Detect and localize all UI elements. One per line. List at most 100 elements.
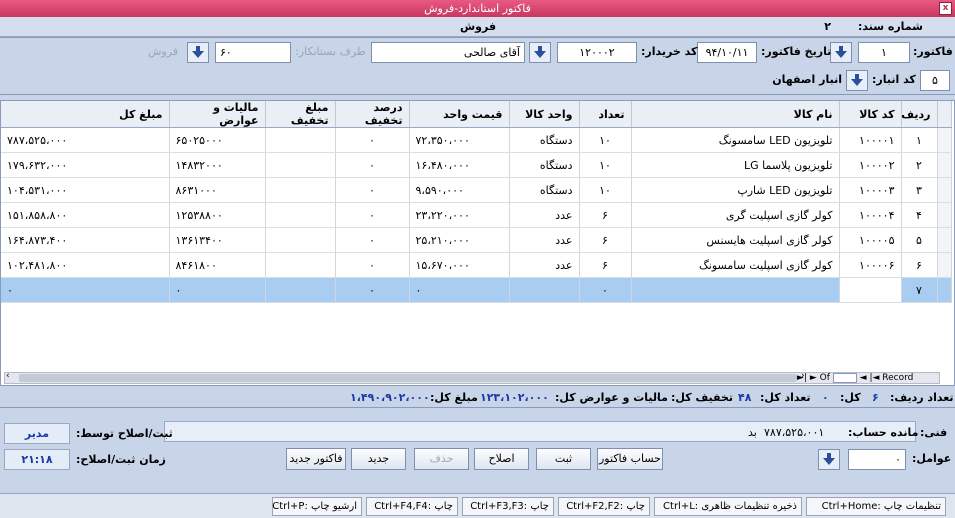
table-cell[interactable]: ۰ [335, 127, 410, 153]
nav-last-icon[interactable]: ►| [797, 373, 807, 383]
table-cell[interactable]: ۱۰۰۰۰۲ [839, 152, 902, 178]
warehouse-code-field[interactable]: ۵ [920, 70, 950, 91]
table-cell[interactable]: ۱۵۱،۸۵۸،۸۰۰ [1, 202, 170, 228]
table-cell[interactable]: ۰ [335, 202, 410, 228]
scroll-left-icon[interactable]: ‹ [6, 371, 10, 381]
buyer-code-field[interactable]: ۱۲۰۰۰۲ [557, 42, 637, 63]
print-f4-button[interactable]: چاپ :Ctrl+F4,F4 [366, 497, 458, 516]
table-cell[interactable]: ۱۰۰۰۰۵ [839, 227, 902, 253]
table-cell[interactable]: ۱ [901, 127, 938, 153]
table-cell[interactable]: ۱۴۸۳۲۰۰۰ [169, 152, 266, 178]
scroll-thumb[interactable] [19, 374, 797, 382]
table-cell[interactable]: ۸۴۶۱۸۰۰ [169, 252, 266, 278]
table-cell[interactable]: ۱۰ [579, 177, 632, 203]
table-cell[interactable] [631, 277, 840, 303]
print-f2-button[interactable]: چاپ :Ctrl+F2,F2 [558, 497, 650, 516]
table-cell[interactable]: ۰ [579, 277, 632, 303]
table-cell[interactable]: ۶ [579, 252, 632, 278]
table-cell[interactable]: کولر گازی اسپلیت گری [631, 202, 840, 228]
table-cell[interactable]: ۱۶۴،۸۷۳،۴۰۰ [1, 227, 170, 253]
table-cell[interactable] [265, 252, 336, 278]
creditor-lookup-button[interactable] [187, 42, 209, 63]
table-cell[interactable]: ۷۸۷،۵۲۵،۰۰۰ [1, 127, 170, 153]
table-cell[interactable]: ۴ [901, 202, 938, 228]
row-indicator[interactable] [937, 177, 952, 203]
table-cell[interactable]: ۲ [901, 152, 938, 178]
new-button[interactable]: جدید [351, 448, 406, 470]
table-cell[interactable]: ۱۰ [579, 127, 632, 153]
table-cell[interactable]: ۰ [169, 277, 266, 303]
row-indicator[interactable] [937, 277, 952, 303]
creditor-field[interactable]: ۶۰ [215, 42, 291, 63]
table-cell[interactable]: کولر گازی اسپلیت هایسنس [631, 227, 840, 253]
table-cell[interactable]: ۱۷۹،۶۳۲،۰۰۰ [1, 152, 170, 178]
table-cell[interactable]: ۱۰ [579, 152, 632, 178]
table-cell[interactable]: ۱۲۵۳۸۸۰۰ [169, 202, 266, 228]
table-cell[interactable]: ۱۰۰۰۰۳ [839, 177, 902, 203]
table-cell[interactable]: ۱۰۰۰۰۴ [839, 202, 902, 228]
table-cell[interactable]: عدد [509, 252, 580, 278]
table-cell[interactable]: ۱۵،۶۷۰،۰۰۰ [409, 252, 510, 278]
print-f3-button[interactable]: چاپ :Ctrl+F3,F3 [462, 497, 554, 516]
col-header[interactable]: مبلغ تخفیف [265, 101, 336, 128]
table-row-new[interactable]: ۷۰۰۰۰۰ [1, 277, 952, 303]
row-indicator[interactable] [937, 202, 952, 228]
table-cell[interactable] [509, 277, 580, 303]
factors-lookup-button[interactable] [818, 449, 840, 470]
table-cell[interactable]: دستگاه [509, 127, 580, 153]
table-cell[interactable]: عدد [509, 202, 580, 228]
col-header[interactable]: مبلغ کل [1, 101, 170, 128]
print-settings-button[interactable]: تنظیمات چاپ :Ctrl+Home [806, 497, 946, 516]
table-cell[interactable] [265, 152, 336, 178]
table-cell[interactable]: ۱۰۰۰۰۶ [839, 252, 902, 278]
nav-record-input[interactable] [832, 372, 857, 383]
row-indicator[interactable] [937, 252, 952, 278]
table-cell[interactable]: ۶۵۰۲۵۰۰۰ [169, 127, 266, 153]
nav-first-icon[interactable]: |◄ [869, 373, 879, 383]
table-cell[interactable] [265, 177, 336, 203]
archive-print-button[interactable]: ارشیو چاپ :Ctrl+P [272, 497, 362, 516]
col-header[interactable]: ردیف [901, 101, 938, 128]
table-cell[interactable]: ۶ [579, 202, 632, 228]
close-icon[interactable]: x [939, 2, 952, 15]
table-cell[interactable]: ۷ [901, 277, 938, 303]
invoice-account-button[interactable]: حساب فاکتور [597, 448, 663, 470]
invoice-date-field[interactable]: ۹۴/۱۰/۱۱ [697, 42, 757, 63]
nav-prev-icon[interactable]: ◄ [860, 373, 867, 383]
row-indicator[interactable] [937, 227, 952, 253]
table-cell[interactable]: ۰ [335, 252, 410, 278]
factors-field[interactable]: ۰ [848, 449, 906, 470]
table-cell[interactable]: ۳ [901, 177, 938, 203]
table-cell[interactable] [265, 227, 336, 253]
table-cell[interactable]: دستگاه [509, 152, 580, 178]
table-cell[interactable]: ۱۰۰۰۰۱ [839, 127, 902, 153]
table-cell[interactable]: ۱۰۴،۵۳۱،۰۰۰ [1, 177, 170, 203]
table-cell[interactable]: دستگاه [509, 177, 580, 203]
nav-next-icon[interactable]: ► [810, 373, 817, 383]
col-header[interactable]: قیمت واحد [409, 101, 510, 128]
table-cell[interactable]: ۷۲،۳۵۰،۰۰۰ [409, 127, 510, 153]
table-row[interactable]: ۴ ۱۰۰۰۰۴ کولر گازی اسپلیت گری ۶ عدد ۲۳،۲۲۰،۰۰… [1, 202, 952, 228]
table-cell[interactable]: ۹،۵۹۰،۰۰۰ [409, 177, 510, 203]
register-button[interactable]: ثبت [536, 448, 591, 470]
new-invoice-button[interactable]: فاکتور جدید [286, 448, 346, 470]
table-cell[interactable]: ۰ [409, 277, 510, 303]
table-row[interactable]: ۱ ۱۰۰۰۰۱ تلویزیون LED سامسونگ ۱۰ دستگاه ۷۲،۳۵… [1, 127, 952, 153]
table-cell[interactable]: کولر گازی اسپلیت سامسونگ [631, 252, 840, 278]
edit-button[interactable]: اصلاح [474, 448, 529, 470]
table-cell[interactable]: ۸۶۳۱۰۰۰ [169, 177, 266, 203]
table-cell[interactable]: تلویزیون LED سامسونگ [631, 127, 840, 153]
table-cell[interactable]: ۰ [335, 152, 410, 178]
row-indicator[interactable] [937, 152, 952, 178]
table-cell[interactable]: ۱۳۶۱۳۴۰۰ [169, 227, 266, 253]
delete-button[interactable]: حذف [414, 448, 469, 470]
table-row[interactable]: ۶ ۱۰۰۰۰۶ کولر گازی اسپلیت سامسونگ ۶ عدد ۱۵،۶۷… [1, 252, 952, 278]
table-cell[interactable]: ۲۳،۲۲۰،۰۰۰ [409, 202, 510, 228]
table-cell[interactable]: ۵ [901, 227, 938, 253]
warehouse-lookup-button[interactable] [846, 70, 868, 91]
table-cell[interactable]: ۶ [579, 227, 632, 253]
table-cell[interactable] [265, 202, 336, 228]
col-header[interactable]: واحد کالا [509, 101, 580, 128]
col-header[interactable]: نام کالا [631, 101, 840, 128]
table-row[interactable]: ۲ ۱۰۰۰۰۲ تلویزیون پلاسما LG ۱۰ دستگاه ۱۶،۴۸۰،… [1, 152, 952, 178]
